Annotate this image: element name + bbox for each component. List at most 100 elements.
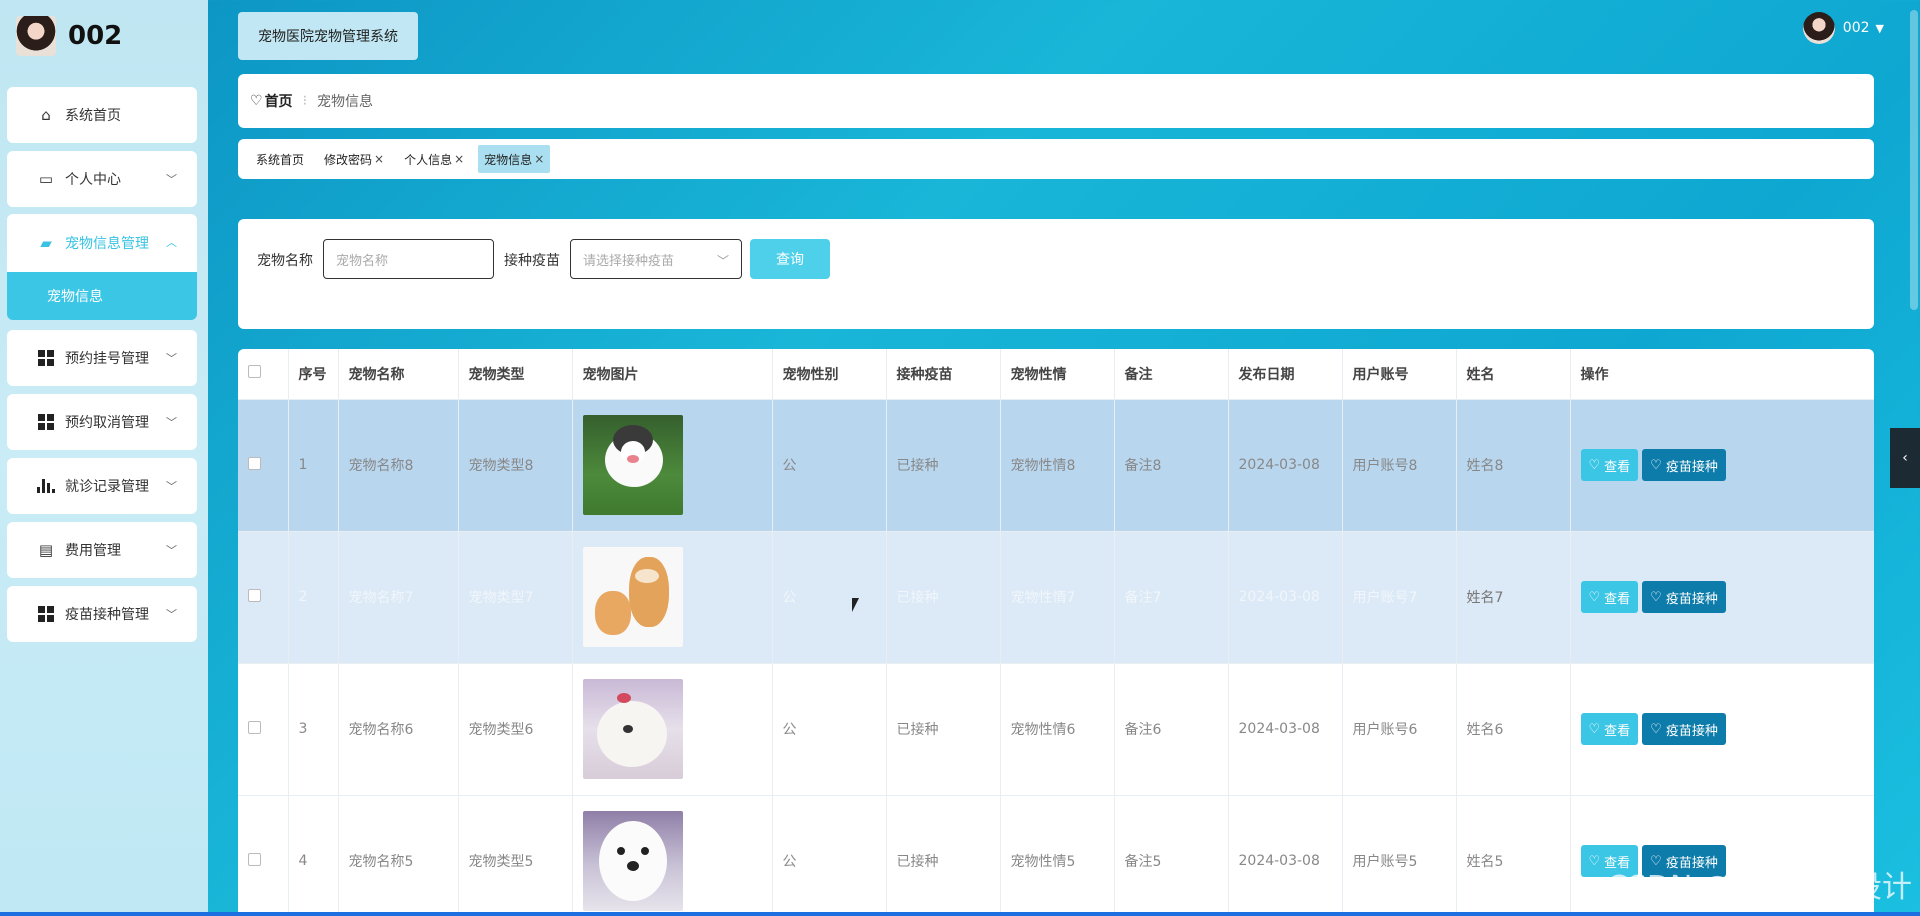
close-icon[interactable]: × <box>454 152 464 166</box>
tab-bar: 系统首页 修改密码 × 个人信息 × 宠物信息 × <box>238 139 1874 179</box>
tab-home[interactable]: 系统首页 <box>250 145 310 173</box>
chevron-down-icon: ﹀ <box>166 173 177 186</box>
chevron-down-icon: ﹀ <box>166 544 177 557</box>
table-row[interactable]: 2 宠物名称7 宠物类型7 公 已接种 宠物性情7 备注7 2024-03-08… <box>238 531 1874 664</box>
cell-temper: 宠物性情5 <box>1000 795 1115 916</box>
cell-note: 备注5 <box>1114 795 1229 916</box>
cell-actions: ♡ 查看 ♡ 疫苗接种 <box>1570 399 1874 532</box>
watermark: CSDN @便捷程序设计 <box>1606 870 1912 905</box>
table-row[interactable]: 1 宠物名称8 宠物类型8 公 已接种 宠物性情8 备注8 2024-03-08… <box>238 399 1874 532</box>
cell-person: 姓名8 <box>1456 399 1571 532</box>
brand: 002 <box>16 16 122 56</box>
tab-label: 宠物信息 <box>484 152 533 167</box>
row-select-cell <box>238 399 289 532</box>
cell-type: 宠物类型5 <box>458 795 573 916</box>
user-menu[interactable]: 002 ▼ <box>1802 12 1884 44</box>
chevron-down-icon: ﹀ <box>166 416 177 429</box>
view-button[interactable]: ♡ 查看 <box>1580 713 1639 745</box>
cell-name: 宠物名称5 <box>338 795 459 916</box>
vaccinate-button[interactable]: ♡ 疫苗接种 <box>1642 713 1726 745</box>
page-scrollbar[interactable] <box>1908 0 1918 916</box>
sidebar-item-label: 个人中心 <box>65 172 121 188</box>
sidebar-item-vaccination-management[interactable]: 疫苗接种管理 ﹀ <box>7 586 197 642</box>
vaccine-placeholder: 请选择接种疫苗 <box>583 253 675 269</box>
cell-type: 宠物类型6 <box>458 663 573 796</box>
cell-vaccine: 已接种 <box>886 795 1001 916</box>
column-header: 宠物性情 <box>1000 349 1115 400</box>
cell-person: 姓名7 <box>1456 531 1571 664</box>
heart-icon: ♡ <box>1650 457 1662 472</box>
view-button[interactable]: ♡ 查看 <box>1580 449 1639 481</box>
query-button[interactable]: 查询 <box>750 239 830 279</box>
vaccinate-button-label: 疫苗接种 <box>1665 590 1718 606</box>
sidebar-item-label: 宠物信息管理 <box>65 236 149 252</box>
vaccinate-button[interactable]: ♡ 疫苗接种 <box>1642 581 1726 613</box>
view-button[interactable]: ♡ 查看 <box>1580 581 1639 613</box>
vaccinate-button[interactable]: ♡ 疫苗接种 <box>1642 449 1726 481</box>
tab-pet-info[interactable]: 宠物信息 × <box>478 145 551 173</box>
cell-name: 宠物名称8 <box>338 399 459 532</box>
sidebar-item-cancel-management[interactable]: 预约取消管理 ﹀ <box>7 394 197 450</box>
tab-label: 系统首页 <box>256 152 305 167</box>
cell-note: 备注6 <box>1114 663 1229 796</box>
pet-table: 序号 宠物名称 宠物类型 宠物图片 宠物性别 接种疫苗 宠物性情 备注 发布日期… <box>238 349 1874 916</box>
sidebar-item-label: 预约取消管理 <box>65 415 149 431</box>
scrollbar-thumb[interactable] <box>1910 10 1918 310</box>
sidebar-item-appointment-management[interactable]: 预约挂号管理 ﹀ <box>7 330 197 386</box>
pet-image[interactable] <box>582 547 683 647</box>
sidebar-item-personal-center[interactable]: ▭ 个人中心 ﹀ <box>7 151 197 207</box>
mouse-cursor-icon <box>852 598 859 612</box>
column-header: 备注 <box>1114 349 1229 400</box>
grid-icon <box>37 349 55 367</box>
row-checkbox[interactable] <box>248 588 261 602</box>
column-header: 宠物图片 <box>572 349 773 400</box>
select-all-checkbox[interactable] <box>248 365 261 379</box>
cell-date: 2024-03-08 <box>1228 399 1343 532</box>
chevron-up-icon: ︿ <box>166 236 177 249</box>
bar-chart-icon <box>37 477 55 495</box>
row-checkbox[interactable] <box>248 852 261 866</box>
sidebar-item-visit-records[interactable]: 就诊记录管理 ﹀ <box>7 458 197 514</box>
tab-label: 个人信息 <box>404 152 453 167</box>
table-row[interactable]: 3 宠物名称6 宠物类型6 公 已接种 宠物性情6 备注6 2024-03-08… <box>238 663 1874 796</box>
vaccine-select[interactable]: 请选择接种疫苗 ﹀ <box>570 239 742 279</box>
tab-personal-info[interactable]: 个人信息 × <box>398 145 470 173</box>
sidebar-subitem-label: 宠物信息 <box>47 289 103 305</box>
pet-image[interactable] <box>582 679 683 779</box>
sidebar-item-label: 就诊记录管理 <box>65 479 149 495</box>
close-icon[interactable]: × <box>374 152 384 166</box>
sidebar-item-pet-info-management[interactable]: ▰ 宠物信息管理 ︿ <box>7 214 197 272</box>
close-icon[interactable]: × <box>534 152 544 166</box>
heart-icon: ♡ <box>1588 457 1601 472</box>
cell-account: 用户账号8 <box>1342 399 1457 532</box>
row-select-cell <box>238 663 289 796</box>
cell-temper: 宠物性情8 <box>1000 399 1115 532</box>
sidebar-item-home[interactable]: ⌂ 系统首页 <box>7 87 197 143</box>
tab-change-password[interactable]: 修改密码 × <box>318 145 390 173</box>
row-select-cell <box>238 531 289 664</box>
grid-icon <box>37 413 55 431</box>
breadcrumb-home[interactable]: ♡ 首页 <box>250 91 293 111</box>
sidebar-subitem-pet-info[interactable]: 宠物信息 <box>7 272 197 320</box>
heart-icon: ♡ <box>1650 721 1662 736</box>
pet-image[interactable] <box>582 415 683 515</box>
row-checkbox[interactable] <box>248 456 261 470</box>
cell-actions: ♡ 查看 ♡ 疫苗接种 <box>1570 531 1874 664</box>
row-select-cell <box>238 795 289 916</box>
heart-icon: ♡ <box>1588 853 1601 868</box>
pet-name-input[interactable]: 宠物名称 <box>323 239 494 279</box>
view-button-label: 查看 <box>1604 458 1631 474</box>
cell-account: 用户账号7 <box>1342 531 1457 664</box>
chart-icon: ▰ <box>40 234 52 252</box>
sidebar-item-fee-management[interactable]: ▤ 费用管理 ﹀ <box>7 522 197 578</box>
row-checkbox[interactable] <box>248 720 261 734</box>
pet-image[interactable] <box>582 811 683 911</box>
breadcrumb-separator-icon: ⁝ <box>302 93 308 109</box>
chevron-down-icon: ﹀ <box>716 254 729 268</box>
cell-vaccine: 已接种 <box>886 531 1001 664</box>
vaccine-label: 接种疫苗 <box>504 253 560 269</box>
cell-note: 备注8 <box>1114 399 1229 532</box>
cell-no: 1 <box>288 399 339 532</box>
cell-type: 宠物类型7 <box>458 531 573 664</box>
chevron-down-icon: ﹀ <box>166 480 177 493</box>
